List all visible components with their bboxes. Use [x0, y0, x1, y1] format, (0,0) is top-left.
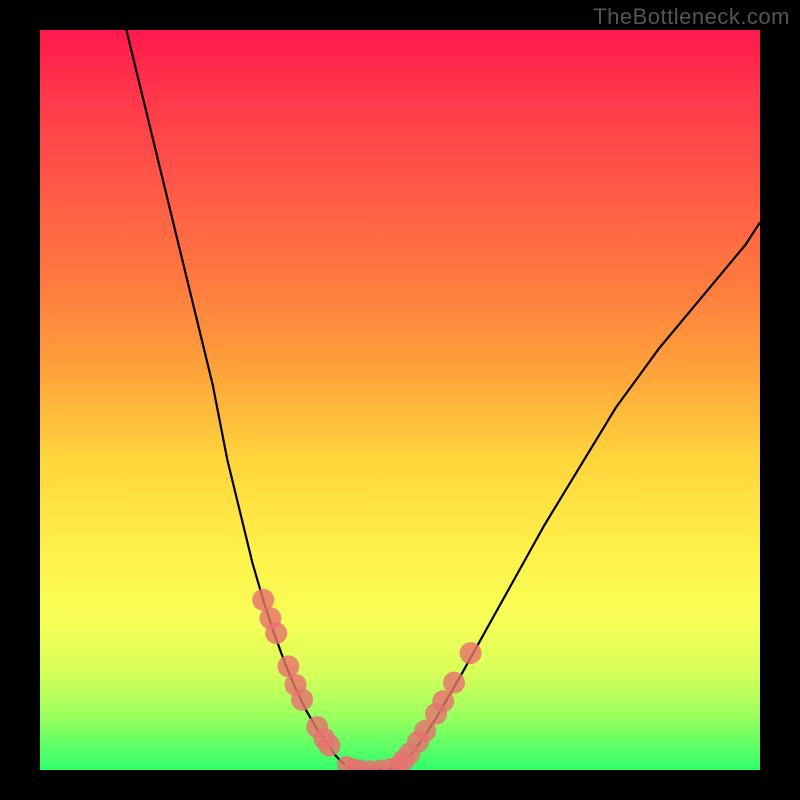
watermark-text: TheBottleneck.com	[593, 4, 790, 30]
scatter-group	[252, 589, 481, 770]
data-point	[460, 642, 482, 664]
data-point	[432, 690, 454, 712]
plot-overlay	[40, 30, 760, 770]
curve-group	[126, 30, 760, 770]
chart-frame: TheBottleneck.com	[0, 0, 800, 800]
plot-area	[40, 30, 760, 770]
curve-left-curve	[126, 30, 348, 767]
data-point	[265, 622, 287, 644]
data-point	[318, 735, 340, 757]
data-point	[291, 689, 313, 711]
data-point	[443, 672, 465, 694]
